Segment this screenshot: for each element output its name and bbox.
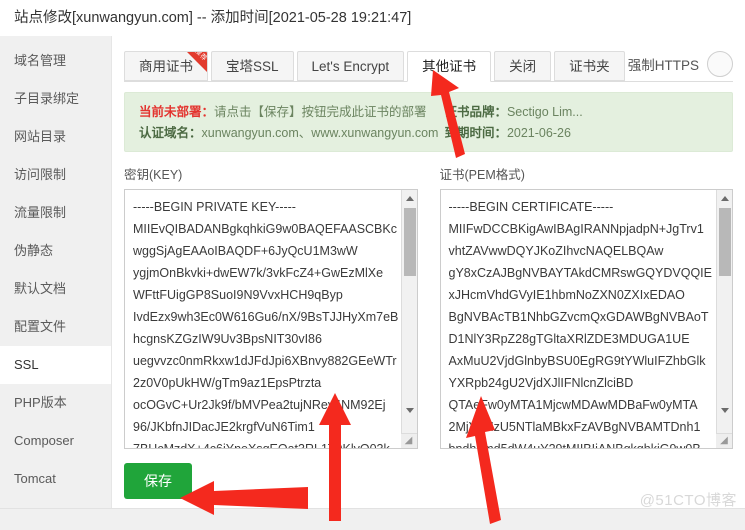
- cert-expire-value: 2021-06-26: [506, 126, 571, 140]
- dialog-footer: [0, 508, 745, 530]
- cert-brand-value: Sectigo Lim...: [506, 105, 583, 119]
- scroll-up-icon[interactable]: [402, 190, 417, 206]
- force-https-toggle[interactable]: [707, 51, 733, 77]
- sidebar-item-label: Tomcat: [14, 471, 56, 486]
- sidebar-item-3[interactable]: 访问限制: [0, 156, 111, 194]
- save-button[interactable]: 保存: [124, 463, 192, 499]
- sidebar-item-2[interactable]: 网站目录: [0, 118, 111, 156]
- sidebar-item-9[interactable]: PHP版本: [0, 384, 111, 422]
- auth-domain-row: 认证域名：xunwangyun.com、www.xunwangyun.com: [139, 123, 438, 144]
- main-panel: 商用证书 推荐 宝塔SSL Let's Encrypt 其他证书 关闭 证书夹 强制HTTP…: [112, 36, 745, 530]
- sidebar-item-label: 默认文档: [14, 281, 67, 296]
- sidebar-item-label: Composer: [14, 433, 74, 448]
- tab-label: Let's Encrypt: [311, 59, 390, 74]
- sidebar-item-8[interactable]: SSL: [0, 346, 111, 384]
- tab-4[interactable]: 关闭: [494, 51, 552, 81]
- dialog-title: 站点修改[xunwangyun.com] -- 添加时间[2021-05-28 …: [0, 0, 745, 36]
- auth-domain-value: xunwangyun.com、www.xunwangyun.com: [201, 126, 439, 140]
- cert-brand-row: 证书品牌：Sectigo Lim...: [444, 102, 738, 123]
- cert-editor-group: 证书(PEM格式) -----BEGIN CERTIFICATE----- MI…: [439, 164, 733, 449]
- scrollbar-thumb[interactable]: [719, 208, 731, 276]
- sidebar-item-label: 伪静态: [14, 243, 54, 258]
- tab-label: 商用证书: [139, 59, 193, 74]
- scroll-down-icon[interactable]: [402, 402, 417, 418]
- tab-label: 证书夹: [569, 59, 610, 74]
- tab-label: 其他证书: [422, 59, 477, 74]
- tab-0[interactable]: 商用证书 推荐: [124, 51, 208, 81]
- certificate-info-right: 证书品牌：Sectigo Lim... 到期时间：2021-06-26: [438, 102, 738, 142]
- deploy-status-row: 当前未部署：请点击【保存】按钮完成此证书的部署: [139, 102, 438, 123]
- auth-domain-label: 认证域名：: [139, 126, 202, 140]
- editor-row: 密钥(KEY) -----BEGIN PRIVATE KEY----- MIIE…: [124, 164, 733, 449]
- sidebar-item-4[interactable]: 流量限制: [0, 194, 111, 232]
- scroll-down-icon[interactable]: [717, 402, 732, 418]
- cert-textarea-scrollbar[interactable]: [716, 190, 732, 448]
- dialog-body: 域名管理子目录绑定网站目录访问限制流量限制伪静态默认文档配置文件 SSL PHP版本…: [0, 36, 745, 530]
- sidebar-item-label: SSL: [14, 357, 39, 372]
- sidebar-item-7[interactable]: 配置文件: [0, 308, 111, 346]
- sidebar-item-1[interactable]: 子目录绑定: [0, 80, 111, 118]
- cert-expire-row: 到期时间：2021-06-26: [444, 123, 738, 144]
- cert-brand-label: 证书品牌：: [444, 105, 507, 119]
- resize-grip-icon[interactable]: ◢: [716, 433, 732, 448]
- sidebar-item-label: 流量限制: [14, 205, 67, 220]
- deploy-status-label: 当前未部署：: [139, 105, 215, 119]
- sidebar: 域名管理子目录绑定网站目录访问限制流量限制伪静态默认文档配置文件 SSL PHP版本…: [0, 36, 112, 530]
- cert-expire-label: 到期时间：: [444, 126, 507, 140]
- tab-label: 宝塔SSL: [226, 59, 279, 74]
- sidebar-item-label: 配置文件: [14, 319, 67, 334]
- sidebar-item-5[interactable]: 伪静态: [0, 232, 111, 270]
- key-textarea[interactable]: -----BEGIN PRIVATE KEY----- MIIEvQIBADAN…: [124, 189, 418, 449]
- tab-2[interactable]: Let's Encrypt: [296, 51, 405, 81]
- cert-textarea-content[interactable]: -----BEGIN CERTIFICATE----- MIIFwDCCBKig…: [441, 190, 717, 448]
- sidebar-item-label: 访问限制: [14, 167, 67, 182]
- key-editor-group: 密钥(KEY) -----BEGIN PRIVATE KEY----- MIIE…: [124, 164, 418, 449]
- scrollbar-thumb[interactable]: [403, 208, 416, 276]
- sidebar-item-label: 域名管理: [14, 53, 67, 68]
- sidebar-item-label: 网站目录: [14, 129, 67, 144]
- deploy-status-text: 请点击【保存】按钮完成此证书的部署: [214, 105, 427, 119]
- force-https-label: 强制HTTPS: [627, 58, 699, 73]
- tab-bar: 商用证书 推荐 宝塔SSL Let's Encrypt 其他证书 关闭 证书夹 强制HTTP…: [124, 36, 733, 82]
- sidebar-item-6[interactable]: 默认文档: [0, 270, 111, 308]
- scroll-up-icon[interactable]: [717, 190, 732, 206]
- sidebar-item-label: 子目录绑定: [14, 91, 80, 106]
- sidebar-item-label: PHP版本: [14, 395, 67, 410]
- sidebar-item-10[interactable]: Composer: [0, 422, 111, 460]
- tab-3[interactable]: 其他证书: [407, 51, 492, 82]
- resize-grip-icon[interactable]: ◢: [400, 433, 417, 448]
- sidebar-item-11[interactable]: Tomcat: [0, 460, 111, 498]
- key-editor-label: 密钥(KEY): [124, 168, 183, 182]
- certificate-info-panel: 当前未部署：请点击【保存】按钮完成此证书的部署 认证域名：xunwangyun.…: [124, 92, 733, 152]
- save-row: 保存: [124, 463, 733, 499]
- tab-label: 关闭: [509, 59, 537, 74]
- tab-5[interactable]: 证书夹: [554, 51, 625, 81]
- force-https-control[interactable]: 强制HTTPS: [628, 51, 733, 81]
- key-textarea-content[interactable]: -----BEGIN PRIVATE KEY----- MIIEvQIBADAN…: [125, 190, 401, 448]
- key-textarea-scrollbar[interactable]: [400, 190, 417, 448]
- tab-1[interactable]: 宝塔SSL: [211, 51, 294, 81]
- cert-textarea[interactable]: -----BEGIN CERTIFICATE----- MIIFwDCCBKig…: [439, 189, 733, 449]
- sidebar-item-0[interactable]: 域名管理: [0, 42, 111, 80]
- certificate-info-left: 当前未部署：请点击【保存】按钮完成此证书的部署 认证域名：xunwangyun.…: [139, 102, 438, 142]
- tab-list: 商用证书 推荐 宝塔SSL Let's Encrypt 其他证书 关闭 证书夹: [124, 51, 628, 82]
- cert-editor-label: 证书(PEM格式): [439, 168, 525, 182]
